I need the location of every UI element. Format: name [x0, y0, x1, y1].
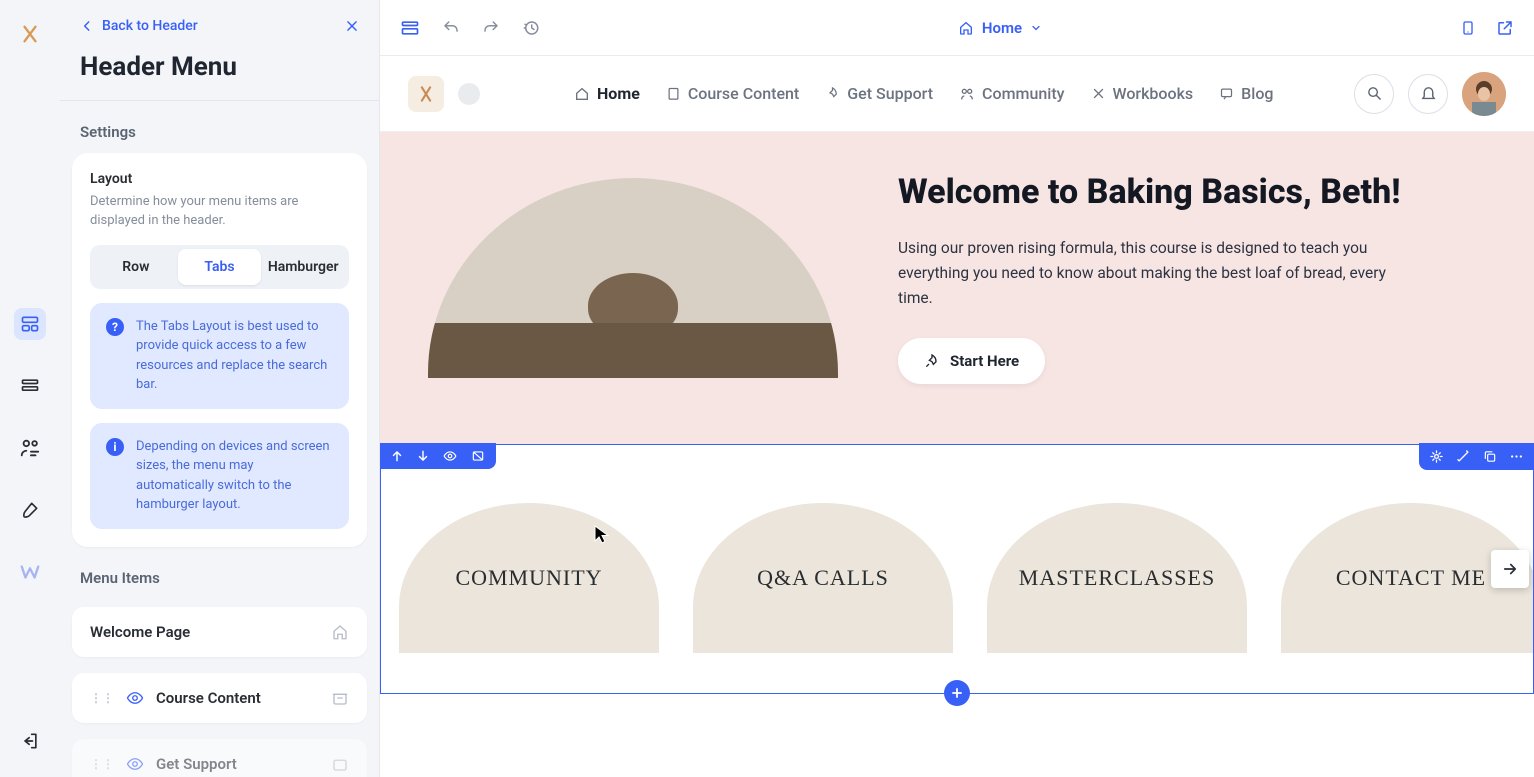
people-icon	[959, 86, 975, 102]
editor-topbar: Home	[380, 0, 1534, 56]
layout-card: Layout Determine how your menu items are…	[72, 153, 367, 547]
page-label: Home	[982, 19, 1022, 37]
layout-segmented: Row Tabs Hamburger	[90, 245, 349, 289]
back-to-header-link[interactable]: Back to Header	[80, 18, 198, 34]
site-secondary-logo	[458, 83, 480, 105]
rail-layout-icon[interactable]	[14, 308, 46, 340]
menu-item-label: Course Content	[156, 689, 261, 707]
info-box-1: ? The Tabs Layout is best used to provid…	[90, 303, 349, 409]
layout-title: Layout	[90, 171, 349, 187]
search-button[interactable]	[1354, 74, 1394, 114]
visibility-icon[interactable]	[126, 689, 144, 707]
rail-people-icon[interactable]	[14, 432, 46, 464]
close-panel-icon[interactable]	[345, 19, 359, 33]
notifications-button[interactable]	[1408, 74, 1448, 114]
drag-handle-icon[interactable]: ⋮⋮	[90, 757, 114, 771]
menu-item-welcome[interactable]: Welcome Page	[72, 607, 367, 657]
info-box-2: i Depending on devices and screen sizes,…	[90, 423, 349, 529]
layout-option-row[interactable]: Row	[94, 249, 178, 285]
drag-handle-icon[interactable]: ⋮⋮	[90, 691, 114, 705]
hero-description: Using our proven rising formula, this co…	[898, 236, 1418, 310]
magic-wand-icon[interactable]	[1456, 449, 1471, 464]
layout-desc: Determine how your menu items are displa…	[90, 193, 349, 231]
menu-item-label: Get Support	[156, 755, 237, 773]
rocket-icon	[924, 353, 940, 369]
tools-icon	[1091, 86, 1106, 101]
start-here-button[interactable]: Start Here	[898, 338, 1045, 384]
visibility-icon[interactable]	[126, 755, 144, 773]
history-icon[interactable]	[522, 19, 540, 37]
info-text-2: Depending on devices and screen sizes, t…	[136, 437, 333, 515]
info-text-1: The Tabs Layout is best used to provide …	[136, 317, 333, 395]
move-down-icon[interactable]	[416, 449, 430, 463]
panel-title: Header Menu	[60, 44, 379, 101]
nav-course[interactable]: Course Content	[666, 84, 799, 103]
duplicate-icon[interactable]	[1483, 449, 1497, 464]
archive-icon	[331, 755, 349, 773]
arch-card-community[interactable]: COMMUNITY	[399, 503, 659, 653]
mobile-preview-icon[interactable]	[1460, 18, 1476, 38]
info-icon: i	[106, 438, 124, 456]
add-section-button[interactable]	[944, 680, 970, 706]
site-nav: Home Course Content Get Support Communit…	[574, 84, 1273, 103]
book-icon	[666, 86, 681, 101]
layout-option-hamburger[interactable]: Hamburger	[261, 249, 345, 285]
section-toolbar-right	[1419, 443, 1534, 470]
home-outline-icon	[331, 623, 349, 641]
back-label: Back to Header	[102, 18, 198, 34]
arch-card-qa[interactable]: Q&A CALLS	[693, 503, 953, 653]
archive-icon	[331, 689, 349, 707]
menu-item-course[interactable]: ⋮⋮ Course Content	[72, 673, 367, 723]
app-rail	[0, 0, 60, 777]
sidebar-panel: Back to Header Header Menu Settings Layo…	[60, 0, 380, 777]
hero-image	[428, 178, 838, 378]
canvas: Home Home Course Content Get Support Com…	[380, 0, 1534, 777]
help-icon: ?	[106, 318, 124, 336]
nav-support[interactable]: Get Support	[825, 84, 933, 103]
open-external-icon[interactable]	[1496, 18, 1514, 38]
nav-blog[interactable]: Blog	[1219, 84, 1273, 103]
menu-item-label: Welcome Page	[90, 623, 190, 641]
arch-card-masterclasses[interactable]: MASTERCLASSES	[987, 503, 1247, 653]
rail-w-icon[interactable]	[14, 556, 46, 588]
home-icon	[574, 86, 590, 102]
nav-home[interactable]: Home	[574, 84, 640, 103]
cta-label: Start Here	[950, 352, 1019, 370]
layout-option-tabs[interactable]: Tabs	[178, 249, 262, 285]
hero-title: Welcome to Baking Basics, Beth!	[898, 172, 1486, 212]
site-header-preview: Home Course Content Get Support Communit…	[380, 56, 1534, 132]
scroll-right-button[interactable]	[1491, 550, 1529, 588]
hero-section: Welcome to Baking Basics, Beth! Using ou…	[380, 132, 1534, 444]
arch-cards-row: COMMUNITY Q&A CALLS MASTERCLASSES CONTAC…	[380, 444, 1534, 694]
menu-items-label: Menu Items	[60, 547, 379, 599]
device-frame-icon[interactable]	[400, 18, 420, 38]
rocket-icon	[825, 86, 840, 101]
settings-gear-icon[interactable]	[1429, 449, 1444, 464]
section-toolbar-left	[380, 443, 496, 469]
chat-icon	[1219, 86, 1234, 101]
page-selector[interactable]: Home	[562, 19, 1438, 37]
settings-label: Settings	[60, 101, 379, 153]
rail-brush-icon[interactable]	[14, 494, 46, 526]
rail-logout-icon[interactable]	[14, 725, 46, 757]
nav-community[interactable]: Community	[959, 84, 1064, 103]
edit-disabled-icon[interactable]	[470, 449, 486, 463]
selected-section[interactable]: COMMUNITY Q&A CALLS MASTERCLASSES CONTAC…	[380, 444, 1534, 694]
undo-icon[interactable]	[442, 19, 460, 37]
move-up-icon[interactable]	[390, 449, 404, 463]
nav-workbooks[interactable]: Workbooks	[1091, 84, 1194, 103]
rail-list-icon[interactable]	[14, 370, 46, 402]
site-logo-icon	[408, 76, 444, 112]
more-icon[interactable]	[1509, 449, 1524, 464]
redo-icon[interactable]	[482, 19, 500, 37]
app-logo-icon	[16, 20, 44, 48]
menu-item-support[interactable]: ⋮⋮ Get Support	[72, 739, 367, 777]
visibility-toggle-icon[interactable]	[442, 449, 458, 463]
user-avatar[interactable]	[1462, 72, 1506, 116]
